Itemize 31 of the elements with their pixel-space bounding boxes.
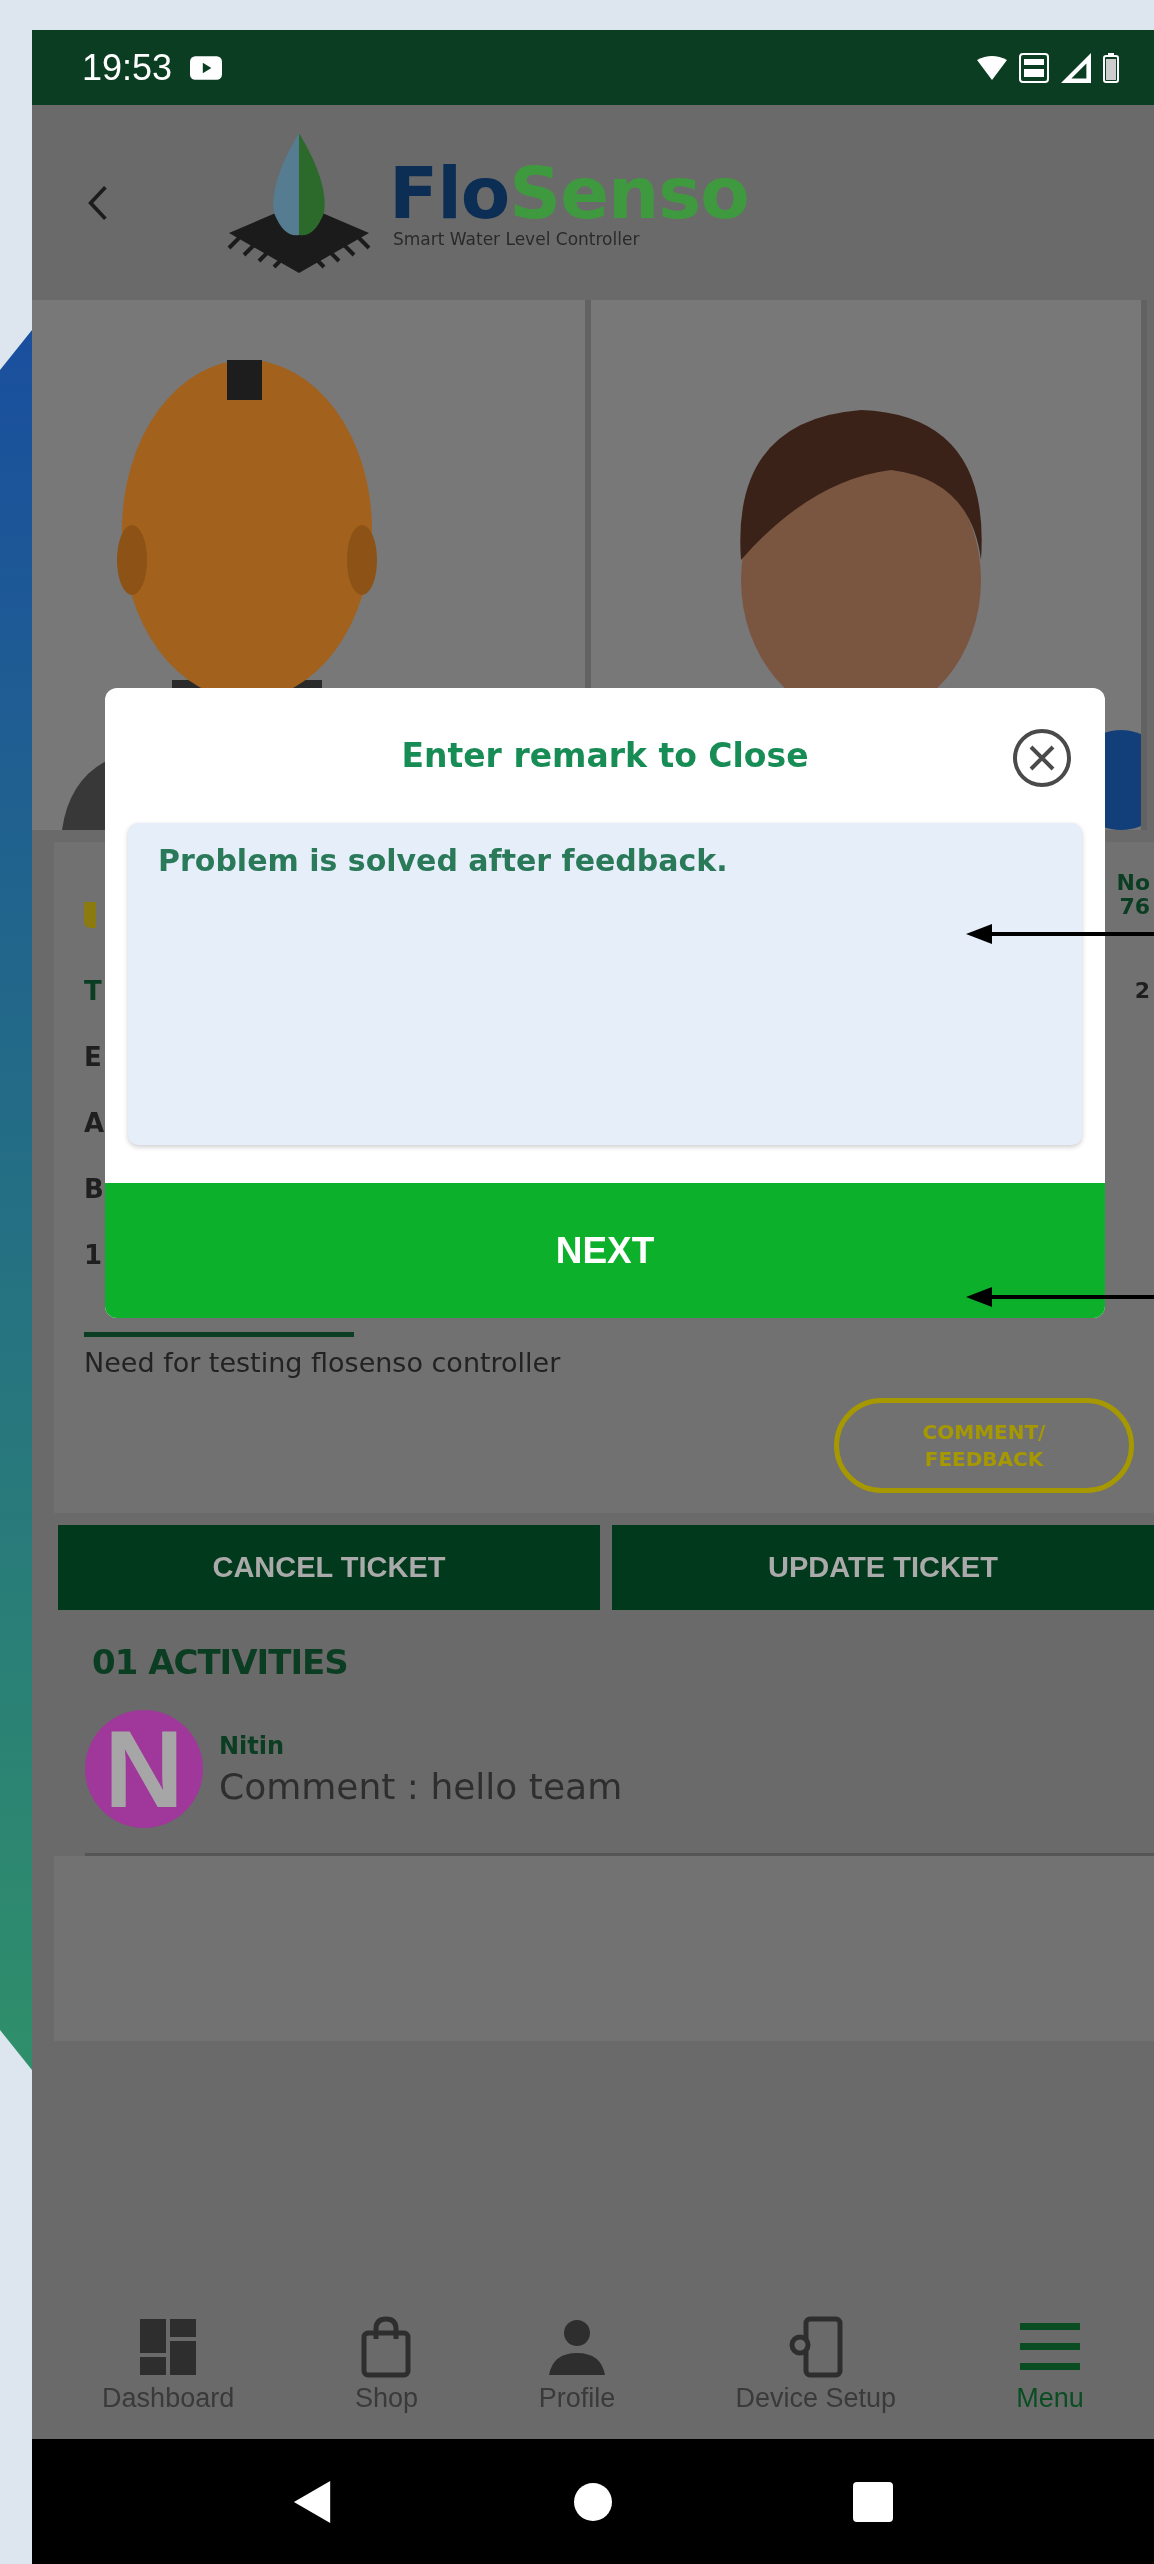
comment-feedback-button[interactable]: COMMENT/ FEEDBACK [834, 1398, 1134, 1493]
field-label: B [84, 1176, 105, 1202]
activity-author: Nitin [219, 1731, 286, 1760]
back-icon[interactable] [293, 2480, 333, 2523]
dialog-title: Enter remark to Close [401, 736, 809, 775]
home-icon[interactable] [573, 2480, 613, 2523]
battery-icon [1103, 51, 1119, 84]
field-label: A [84, 1110, 105, 1136]
ticket-info-text: 76 [1119, 896, 1150, 918]
volte-icon [1019, 52, 1049, 83]
next-button[interactable]: NEXT [105, 1183, 1105, 1318]
status-badge [84, 902, 96, 928]
nav-tab[interactable]: Menu [1016, 2314, 1084, 2414]
ticket-info-text: 2 [1134, 980, 1150, 1002]
signal-icon [1061, 52, 1091, 83]
user-avatar: N [85, 1710, 203, 1828]
field-label: E [84, 1044, 103, 1070]
field-label: 1 [84, 1242, 104, 1268]
activity-text: Comment : hello team [219, 1765, 623, 1807]
remark-field[interactable]: Problem is solved after feedback. [128, 823, 1082, 1145]
brand-tagline: Smart Water Level Controller [393, 228, 641, 249]
activities-heading: 01 ACTIVITIES [92, 1642, 349, 1682]
ticket-description: Need for testing flosenso controller [84, 1347, 562, 1378]
ticket-action-button[interactable]: UPDATE TICKET [612, 1525, 1154, 1610]
close-icon[interactable] [1012, 728, 1072, 788]
recents-icon[interactable] [853, 2480, 893, 2523]
video-icon [190, 55, 223, 80]
ticket-info-text: No [1116, 872, 1150, 894]
ticket-action-button[interactable]: CANCEL TICKET [58, 1525, 600, 1610]
field-label: T [84, 978, 103, 1004]
clock-time: 19:53 [82, 46, 173, 89]
